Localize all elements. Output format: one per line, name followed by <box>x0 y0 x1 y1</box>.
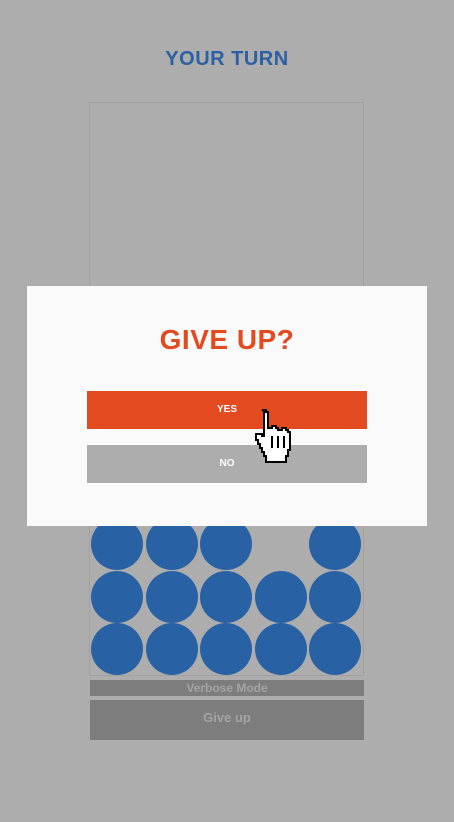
disc <box>91 623 143 675</box>
disc <box>254 623 307 675</box>
no-button[interactable]: NO <box>87 445 367 483</box>
disc <box>309 623 361 675</box>
turn-indicator: YOUR TURN <box>165 48 289 70</box>
disc <box>145 623 198 675</box>
verbose-mode-toggle[interactable]: Verbose Mode <box>90 680 364 696</box>
give-up-button[interactable]: Give up <box>90 700 364 740</box>
give-up-dialog: GIVE UP? YES NO <box>27 286 427 526</box>
disc-grid[interactable] <box>91 518 364 676</box>
hand-pointer-icon <box>255 409 291 463</box>
disc <box>145 570 198 623</box>
disc <box>200 623 252 675</box>
yes-button[interactable]: YES <box>87 391 367 429</box>
dialog-title: GIVE UP? <box>159 324 295 355</box>
disc <box>254 570 307 623</box>
disc <box>91 570 143 623</box>
disc <box>200 570 252 623</box>
disc <box>309 570 361 623</box>
